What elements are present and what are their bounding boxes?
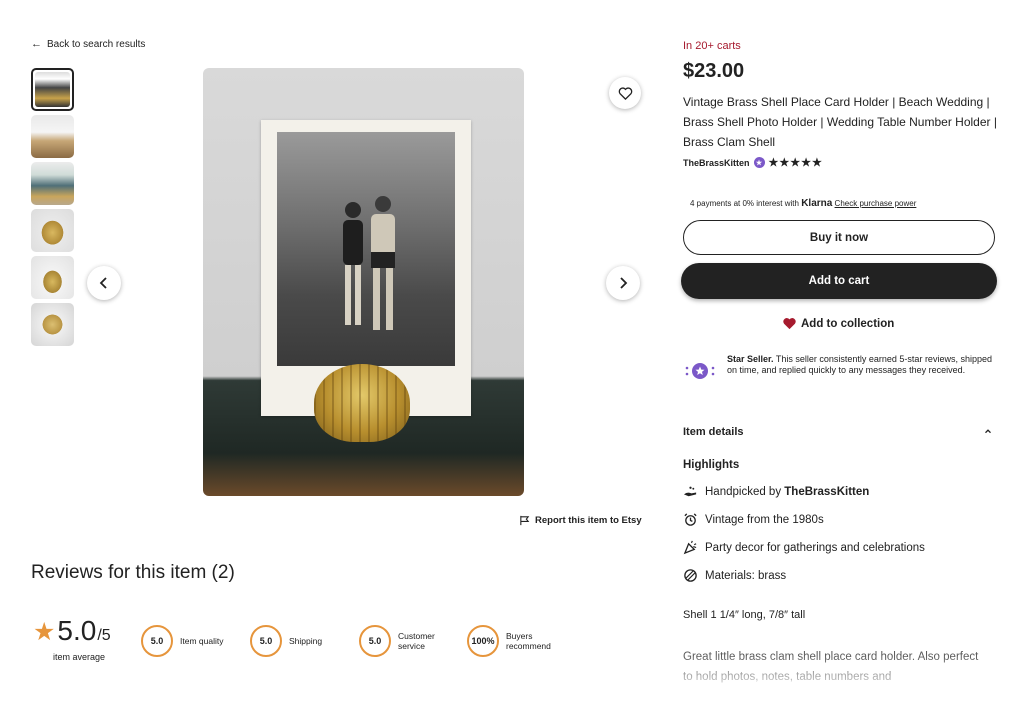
highlights-title: Highlights [683, 459, 740, 471]
metric-score: 5.0 [359, 625, 391, 657]
hand-icon [683, 486, 697, 497]
metric-label: Shipping [289, 636, 323, 646]
highlight-materials: Materials: brass [683, 568, 786, 583]
add-to-cart-button[interactable]: Add to cart [681, 263, 997, 299]
heart-filled-icon [783, 318, 796, 330]
metric-label: Customer service [398, 631, 435, 651]
metric-label: Buyers recommend [506, 631, 551, 651]
star-seller-icon [683, 354, 717, 388]
party-popper-icon [683, 540, 697, 555]
highlight-party-decor: Party decor for gatherings and celebrati… [683, 540, 925, 555]
back-link-label: Back to search results [47, 38, 146, 50]
description-dimensions: Shell 1 1/4″ long, 7/8″ tall [683, 609, 806, 621]
thumbnail-5[interactable] [31, 256, 74, 299]
favorite-button[interactable] [609, 77, 641, 109]
average-score: 5.0 [57, 615, 97, 646]
thumbnail-6[interactable] [31, 303, 74, 346]
metric-score: 100% [467, 625, 499, 657]
brass-shell [314, 364, 410, 442]
thumbnail-4[interactable] [31, 209, 74, 252]
materials-icon [684, 569, 697, 582]
chevron-up-icon [985, 429, 991, 434]
in-carts-label: In 20+ carts [683, 40, 741, 52]
klarna-text: 4 payments at 0% interest with [690, 199, 799, 208]
thumbnail-list [31, 68, 74, 350]
main-product-image [203, 68, 524, 496]
metric-customer-service: 5.0 Customer service [359, 625, 446, 657]
back-to-search-link[interactable]: ← Back to search results [31, 38, 145, 50]
star-seller-title: Star Seller. [727, 354, 774, 364]
thumbnail-2[interactable] [31, 115, 74, 158]
item-details-label: Item details [683, 426, 744, 438]
previous-image-button[interactable] [87, 266, 121, 300]
highlight-seller-link[interactable]: TheBrassKitten [784, 486, 869, 498]
next-image-button[interactable] [606, 266, 640, 300]
reviews-title: Reviews for this item (2) [31, 562, 235, 583]
add-to-collection-label: Add to collection [801, 317, 895, 330]
metric-item-quality: 5.0 Item quality [141, 625, 223, 657]
product-title: Vintage Brass Shell Place Card Holder | … [683, 95, 997, 149]
rating-stars: ★★★★★ [768, 157, 823, 169]
alarm-clock-icon [684, 513, 697, 526]
metric-buyers-recommend: 100% Buyers recommend [467, 625, 558, 657]
highlight-vintage: Vintage from the 1980s [683, 512, 824, 527]
seller-name[interactable]: TheBrassKitten [683, 158, 750, 168]
chevron-right-icon [620, 277, 628, 289]
metric-shipping: 5.0 Shipping [250, 625, 322, 657]
metric-score: 5.0 [250, 625, 282, 657]
thumbnail-3[interactable] [31, 162, 74, 205]
highlight-text: Party decor for gatherings and celebrati… [705, 541, 925, 554]
price: $23.00 [683, 60, 745, 82]
heart-outline-icon [618, 86, 632, 100]
highlight-text: Materials: brass [705, 569, 787, 582]
star-seller-notice: Star Seller. This seller consistently ea… [683, 354, 998, 388]
star-seller-badge-icon: ★ [753, 157, 765, 168]
seller-row: TheBrassKitten ★ ★★★★★ [683, 156, 823, 169]
klarna-info: 4 payments at 0% interest with Klarna Ch… [690, 198, 916, 209]
report-item-link[interactable]: Report this item to Etsy [519, 515, 642, 526]
klarna-logo: Klarna [801, 198, 833, 209]
buy-it-now-button[interactable]: Buy it now [683, 220, 995, 255]
thumbnail-1[interactable] [31, 68, 74, 111]
highlight-handpicked: Handpicked by TheBrassKitten [683, 484, 869, 499]
couple-figure [343, 196, 395, 330]
average-label: item average [53, 652, 106, 662]
average-out-of: /5 [97, 627, 111, 644]
add-to-collection-button[interactable]: Add to collection [782, 316, 894, 331]
metric-score: 5.0 [141, 625, 173, 657]
item-details-toggle[interactable]: Item details [683, 426, 993, 438]
highlight-text: Handpicked by [705, 485, 785, 498]
reviews-average: ★ 5.0 /5 [33, 617, 111, 645]
report-link-label: Report this item to Etsy [535, 515, 642, 526]
star-icon: ★ [33, 618, 56, 646]
metric-label: Item quality [180, 636, 224, 646]
description-fade [678, 655, 1008, 702]
check-purchase-power-link[interactable]: Check purchase power [835, 199, 917, 208]
arrow-left-icon: ← [31, 38, 42, 50]
highlight-text: Vintage from the 1980s [705, 513, 824, 526]
chevron-left-icon [99, 277, 107, 289]
flag-icon [520, 515, 530, 526]
